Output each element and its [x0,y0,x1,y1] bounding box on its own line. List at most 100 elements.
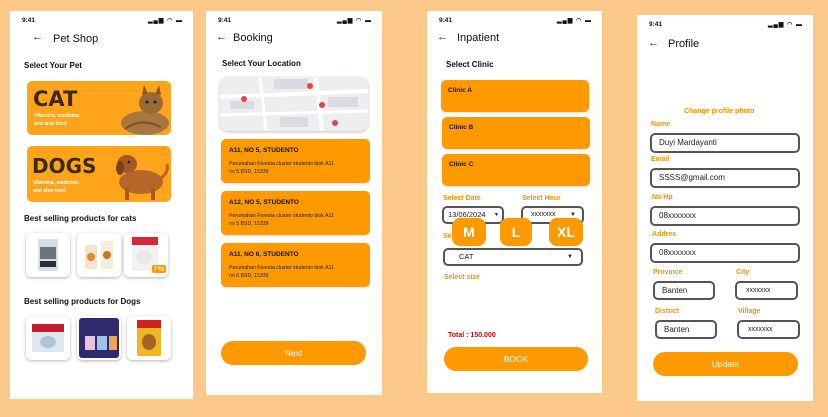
back-arrow-icon[interactable]: ← [216,31,227,43]
province-value: Banten [662,286,688,295]
dogs-banner-subtitle-2: and also food [33,188,66,194]
select-clinic-label: Select Clinic [446,60,494,69]
cat-banner[interactable]: CAT Vitamins, medicine, and also food [27,81,171,135]
dogs-banner-title: DOGS [32,154,97,178]
clinic-card-a[interactable]: Clinic A [441,80,589,112]
status-bar: 9:41 ▂▄▆ ◠ ▬ [10,11,193,24]
location-address-2: no 5 BSD, 15339 [229,169,269,175]
location-address-1: Perumahan Foresta cluster studento blok … [229,161,334,167]
size-option-l[interactable]: L [500,218,532,246]
city-input[interactable]: xxxxxxx [735,281,798,300]
province-label: Province [653,269,683,276]
location-address-2: no 6 BSD, 15339 [229,273,269,279]
clinic-card-b[interactable]: Clinic B [442,117,590,149]
village-value: xxxxxxx [748,326,773,333]
cat-product-3[interactable]: 2 kg [124,233,168,277]
dogs-banner-subtitle-1: Vitamins, medicine, [33,180,80,186]
location-name: A11, NO 5, STUDENTO [229,147,299,154]
location-address-2: no 5 BSD, 15339 [229,221,269,227]
status-bar: 9:41 ▂▄▆ ◠ ▬ [206,11,382,24]
name-input[interactable]: Duyi Mardayanti [650,133,800,153]
village-input[interactable]: xxxxxxx [737,320,800,339]
name-value: Duyi Mardayanti [659,138,717,147]
cat-product-bottles-icon [85,241,113,269]
city-label: City [736,269,750,276]
dog-product-pedigree-icon [137,320,161,356]
location-card-3[interactable]: A11, NO 6, STUDENTO Perumahan Foresta cl… [221,243,370,287]
cat-banner-subtitle-1: Vitamins, medicine, [34,113,81,119]
email-label: Email [651,156,670,163]
district-label: District [655,308,680,315]
location-map[interactable] [220,77,368,131]
pet-type-select[interactable]: CAT ▼ [443,248,583,266]
select-location-label: Select Your Location [222,59,301,68]
booking-screen: 9:41 ▂▄▆ ◠ ▬ ← Booking Select Your Locat… [206,11,382,395]
address-value: 08xxxxxxx [659,248,696,257]
email-input[interactable]: SSSS@gmail.com [650,168,800,188]
map-icon [220,77,368,131]
dog-product-2[interactable] [77,316,121,360]
district-input[interactable]: Banten [655,320,717,339]
location-card-2[interactable]: A12, NO 5, STUDENTO Perumahan Foresta cl… [221,191,370,235]
cat-product-bag-icon [38,239,58,271]
select-size-label: Select size [444,274,480,281]
village-label: Village [738,308,761,315]
update-button[interactable]: Update [653,352,798,376]
cat-product-2[interactable] [77,233,121,277]
cat-banner-title: CAT [33,87,78,111]
back-arrow-icon[interactable]: ← [437,31,448,43]
status-time: 9:41 [22,17,36,24]
cat-product-1[interactable] [26,233,70,277]
status-bar: 9:41 ▂▄▆ ◠ ▬ [427,11,602,24]
dog-product-1[interactable] [26,316,70,360]
pet-type-value: CAT [459,252,474,261]
location-name: A12, NO 5, STUDENTO [229,199,299,206]
cat-product-badge: 2 kg [151,265,166,273]
clinic-card-c[interactable]: Clinic C [442,154,590,186]
next-button[interactable]: Next [221,341,366,365]
province-input[interactable]: Banten [653,281,715,300]
best-cats-heading: Best selling products for cats [24,214,137,223]
phone-label: No Hp [652,194,673,201]
clinic-name: Clinic B [449,124,474,131]
phone-input[interactable]: 08xxxxxxx [650,206,800,226]
phone-value: 08xxxxxxx [659,211,696,220]
status-time: 9:41 [218,17,232,24]
page-title: Profile [668,38,700,50]
select-pet-label: Select Your Pet [24,61,82,70]
chevron-down-icon: ▼ [494,212,499,218]
change-photo-link[interactable]: Change profile photo [684,108,754,115]
status-bar: 9:41 ▂▄▆ ◠ ▬ [637,15,813,28]
chevron-down-icon: ▼ [567,254,573,260]
hour-value: xxxxxxx [531,211,556,218]
dog-photo-icon [116,155,169,200]
district-value: Banten [664,325,690,334]
name-label: Name [651,121,671,128]
clinic-name: Clinic C [449,161,474,168]
dogs-banner[interactable]: DOGS Vitamins, medicine, and also food [27,146,171,202]
signal-wifi-battery-icon: ▂▄▆ ◠ ▬ [336,18,372,24]
total-amount: Total : 150.000 [448,332,496,339]
book-button[interactable]: BOOK [444,347,588,371]
inpatient-screen: 9:41 ▂▄▆ ◠ ▬ ← Inpatient Select Clinic C… [427,11,602,393]
dog-product-3[interactable] [127,316,171,360]
cat-banner-subtitle-2: and also food [34,121,67,127]
select-pet-label: Se [443,233,452,240]
select-hour-label: Select Hour [522,195,561,202]
back-arrow-icon[interactable]: ← [648,37,659,49]
location-address-1: Perumahan Foresta cluster studento blok … [229,213,334,219]
best-dogs-heading: Best selling products for Dogs [24,297,141,306]
city-value: xxxxxxx [746,287,771,294]
signal-wifi-battery-icon: ▂▄▆ ◠ ▬ [147,18,183,24]
location-address-1: Perumahan Foresta cluster studento blok … [229,265,334,271]
pet-shop-screen: 9:41 ▂▄▆ ◠ ▬ ← Pet Shop Select Your Pet … [10,11,193,399]
signal-wifi-battery-icon: ▂▄▆ ◠ ▬ [556,18,592,24]
back-arrow-icon[interactable]: ← [32,31,43,43]
page-title: Booking [233,32,273,44]
address-input[interactable]: 08xxxxxxx [650,243,800,263]
location-card-1[interactable]: A11, NO 5, STUDENTO Perumahan Foresta cl… [221,139,370,183]
dog-product-royal-canin-icon [32,324,64,352]
size-option-xl[interactable]: XL [549,218,583,246]
size-option-m[interactable]: M [452,218,486,246]
status-time: 9:41 [439,17,453,24]
